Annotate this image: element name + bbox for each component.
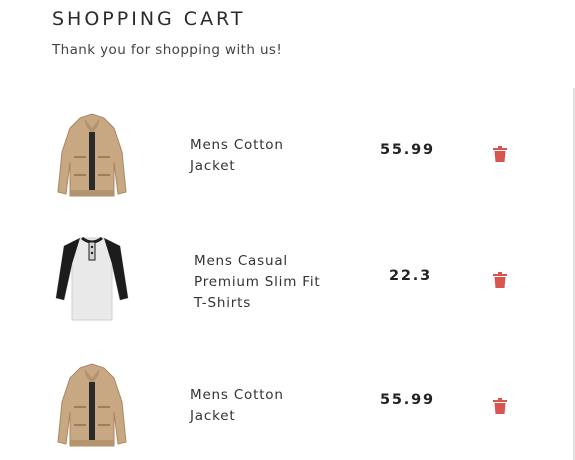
trash-icon[interactable] bbox=[493, 398, 507, 414]
page-title: SHOPPING CART bbox=[52, 8, 246, 30]
product-image-jacket[interactable] bbox=[52, 112, 132, 200]
trash-icon[interactable] bbox=[493, 272, 507, 288]
product-name: Mens Cotton Jacket bbox=[190, 137, 284, 174]
page-subtitle: Thank you for shopping with us! bbox=[52, 42, 283, 58]
shopping-cart-page: SHOPPING CART Thank you for shopping wit… bbox=[0, 0, 575, 460]
product-image-jacket[interactable] bbox=[52, 362, 132, 450]
product-name: Mens Cotton Jacket bbox=[190, 387, 284, 424]
product-image-tshirt[interactable] bbox=[52, 234, 132, 322]
product-price: 22.3 bbox=[389, 268, 432, 284]
product-price: 55.99 bbox=[380, 142, 435, 158]
product-name: Mens Casual Premium Slim Fit T-Shirts bbox=[194, 253, 321, 311]
trash-icon[interactable] bbox=[493, 146, 507, 162]
product-price: 55.99 bbox=[380, 392, 435, 408]
